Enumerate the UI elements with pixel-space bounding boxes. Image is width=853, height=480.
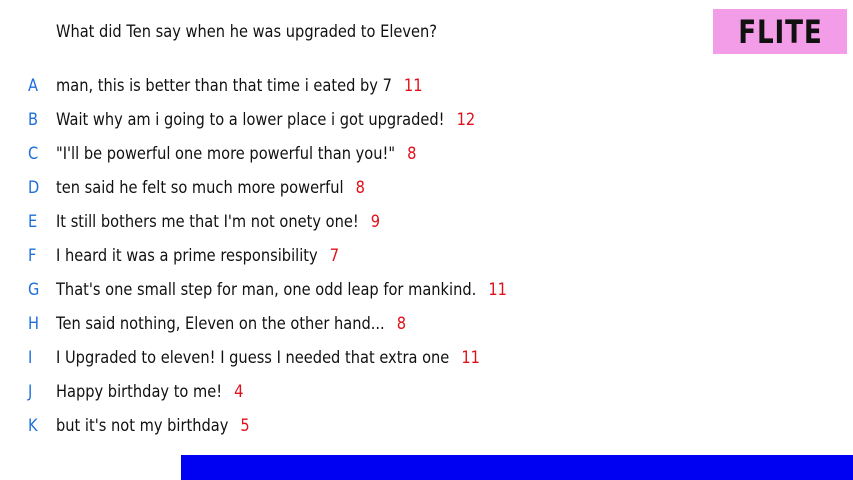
answer-line: man, this is better than that time i eat… <box>56 76 423 96</box>
answer-score: 11 <box>488 280 507 300</box>
answer-text: Ten said nothing, Eleven on the other ha… <box>56 314 385 334</box>
question-title: What did Ten say when he was upgraded to… <box>56 22 438 42</box>
answer-row-e: E It still bothers me that I'm not onety… <box>0 206 853 240</box>
answer-score: 11 <box>403 76 423 96</box>
answer-row-a: A man, this is better than that time i e… <box>0 70 853 104</box>
answer-line: but it's not my birthday 5 <box>56 416 250 436</box>
answer-line: "I'll be powerful one more powerful than… <box>56 144 416 164</box>
answer-text: I Upgraded to eleven! I guess I needed t… <box>56 348 450 368</box>
answer-letter: E <box>28 212 38 232</box>
answer-score: 8 <box>355 178 365 198</box>
answer-score: 8 <box>396 314 407 334</box>
answer-score: 8 <box>407 144 417 164</box>
answer-score: 4 <box>234 382 244 402</box>
answer-text: man, this is better than that time i eat… <box>56 76 392 96</box>
answer-score: 12 <box>456 110 476 130</box>
answer-row-g: G That's one small step for man, one odd… <box>0 274 853 308</box>
answer-line: Wait why am i going to a lower place i g… <box>56 110 475 130</box>
answer-letter: A <box>28 76 39 96</box>
answer-letter: G <box>28 280 40 300</box>
bottom-blue-bar <box>181 455 853 480</box>
answer-row-h: H Ten said nothing, Eleven on the other … <box>0 308 853 342</box>
answer-row-f: F I heard it was a prime responsibility 7 <box>0 240 853 274</box>
answer-letter: I <box>28 348 33 368</box>
answer-letter: D <box>28 178 40 198</box>
answer-row-c: C "I'll be powerful one more powerful th… <box>0 138 853 172</box>
answer-line: It still bothers me that I'm not onety o… <box>56 212 380 232</box>
answer-line: I Upgraded to eleven! I guess I needed t… <box>56 348 480 368</box>
answer-score: 7 <box>329 246 340 266</box>
answer-row-k: K but it's not my birthday 5 <box>0 410 853 444</box>
answer-score: 11 <box>461 348 480 368</box>
answer-line: I heard it was a prime responsibility 7 <box>56 246 339 266</box>
answer-text: I heard it was a prime responsibility <box>56 246 318 266</box>
answer-text: ten said he felt so much more powerful <box>56 178 344 198</box>
answer-letter: J <box>28 382 33 402</box>
answer-text: That's one small step for man, one odd l… <box>56 280 477 300</box>
answer-line: Happy birthday to me! 4 <box>56 382 243 402</box>
answer-letter: F <box>28 246 37 266</box>
answer-line: That's one small step for man, one odd l… <box>56 280 507 300</box>
answer-letter: C <box>28 144 39 164</box>
answer-letter: K <box>28 416 38 436</box>
answer-line: Ten said nothing, Eleven on the other ha… <box>56 314 406 334</box>
answer-text: Wait why am i going to a lower place i g… <box>56 110 445 130</box>
answer-row-i: I I Upgraded to eleven! I guess I needed… <box>0 342 853 376</box>
brand-text: FLITE <box>737 12 823 51</box>
answer-text: "I'll be powerful one more powerful than… <box>56 144 396 164</box>
answer-letter: H <box>28 314 40 334</box>
answer-row-d: D ten said he felt so much more powerful… <box>0 172 853 206</box>
answer-text: It still bothers me that I'm not onety o… <box>56 212 359 232</box>
brand-logo: FLITE <box>713 9 847 54</box>
answer-text: Happy birthday to me! <box>56 382 223 402</box>
answer-row-j: J Happy birthday to me! 4 <box>0 376 853 410</box>
answer-text: but it's not my birthday <box>56 416 229 436</box>
answer-score: 9 <box>370 212 381 232</box>
answer-letter: B <box>28 110 39 130</box>
answer-row-b: B Wait why am i going to a lower place i… <box>0 104 853 138</box>
answer-score: 5 <box>240 416 250 436</box>
answer-line: ten said he felt so much more powerful 8 <box>56 178 365 198</box>
